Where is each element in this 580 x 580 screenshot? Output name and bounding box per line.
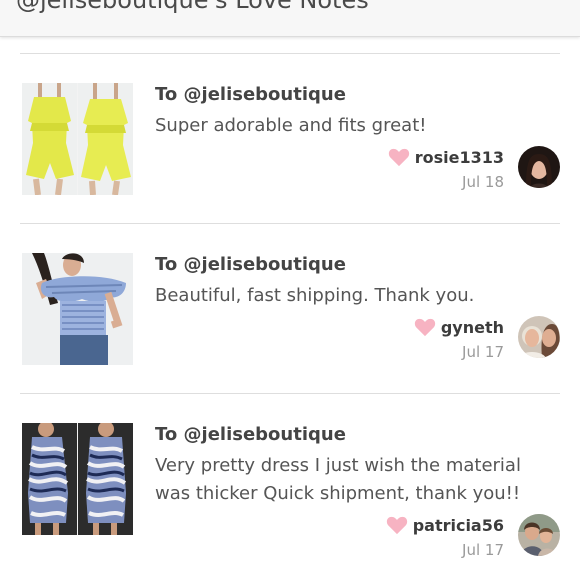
love-note-message: Super adorable and fits great! [155, 115, 427, 136]
user-avatar[interactable] [518, 514, 560, 556]
user-avatar[interactable] [518, 316, 560, 358]
yellow-romper-photo-right [78, 83, 133, 195]
page-header: @jeliseboutique's Love Notes [0, 0, 580, 37]
user-avatar[interactable] [518, 146, 560, 188]
recipient-label: To @jeliseboutique [155, 84, 346, 105]
note-meta: patricia56 Jul 17 [386, 514, 504, 559]
yellow-romper-photo-left [22, 83, 77, 195]
heart-icon [388, 148, 409, 167]
love-note-message: Beautiful, fast shipping. Thank you. [155, 285, 475, 306]
recipient-label: To @jeliseboutique [155, 424, 346, 445]
note-meta: rosie1313 Jul 18 [388, 146, 504, 191]
product-thumbnail[interactable] [22, 253, 133, 365]
love-note-message: Very pretty dress I just wish the materi… [155, 455, 521, 504]
username: gyneth [440, 317, 504, 337]
love-note-1: To @jeliseboutique Super adorable and fi… [0, 54, 580, 224]
love-note-3: To @jeliseboutique Very pretty dress I j… [0, 394, 580, 580]
username: patricia56 [412, 515, 504, 535]
product-thumbnail[interactable] [22, 83, 133, 195]
note-date: Jul 18 [462, 173, 504, 191]
recipient-label: To @jeliseboutique [155, 254, 346, 275]
note-author[interactable]: patricia56 [386, 514, 504, 536]
heart-icon [386, 516, 407, 535]
blue-ruffle-top-photo [22, 253, 133, 365]
zebra-dress-photo-left [22, 423, 77, 535]
note-author[interactable]: gyneth [414, 316, 504, 338]
love-note-2: To @jeliseboutique Beautiful, fast shipp… [0, 224, 580, 394]
page-title: @jeliseboutique's Love Notes [16, 0, 369, 14]
product-thumbnail[interactable] [22, 423, 133, 535]
note-meta: gyneth Jul 17 [414, 316, 504, 361]
zebra-dress-photo-right [78, 423, 133, 535]
note-date: Jul 17 [462, 541, 504, 559]
note-author[interactable]: rosie1313 [388, 146, 504, 168]
heart-icon [414, 318, 435, 337]
username: rosie1313 [414, 147, 504, 167]
note-date: Jul 17 [462, 343, 504, 361]
